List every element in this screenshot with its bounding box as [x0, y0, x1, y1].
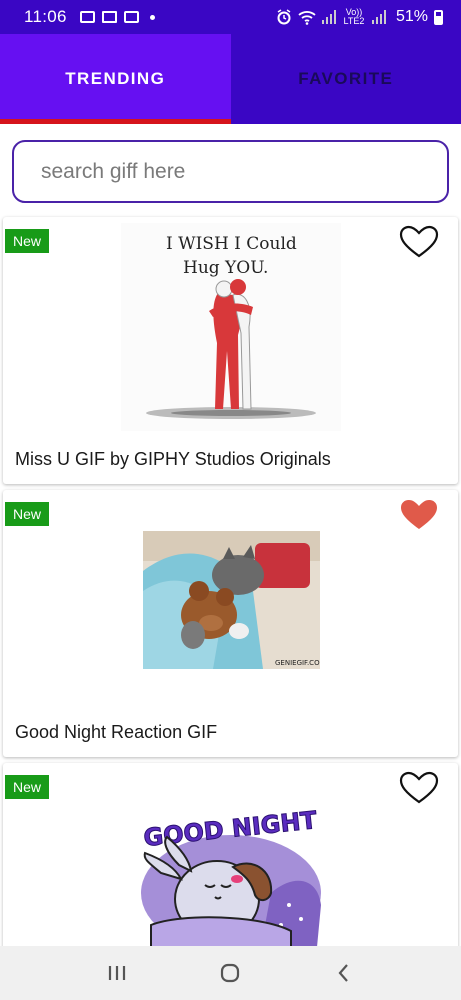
tab-trending[interactable]: TRENDING [0, 34, 231, 124]
gif-image-hug[interactable]: I WISH I Could Hug YOU. [121, 223, 341, 431]
tab-bar: TRENDING FAVORITE [0, 34, 461, 124]
new-badge: New [5, 775, 50, 799]
gallery-notification-icon [79, 11, 95, 23]
goodnight-illustration: GOOD NIGHT [121, 775, 341, 946]
tab-favorite-label: FAVORITE [298, 69, 394, 88]
home-icon [221, 963, 240, 983]
cat-teddy-illustration: GENIEGIF.COM [143, 531, 320, 669]
gif-title: Good Night Reaction GIF [15, 722, 218, 742]
search-input[interactable] [41, 159, 421, 184]
favorite-heart-outline-icon[interactable] [399, 771, 439, 805]
gif-watermark: GENIEGIF.COM [275, 659, 320, 667]
search-box [12, 140, 449, 203]
gif-image-goodnight[interactable]: GOOD NIGHT [121, 775, 341, 946]
gif-title: Miss U GIF by GIPHY Studios Originals [15, 449, 331, 469]
battery-percentage: 51% [395, 8, 428, 25]
gif-card[interactable]: New I WISH I Could Hug YOU. Miss U GIF b… [3, 217, 458, 484]
recents-button[interactable] [97, 953, 137, 993]
back-icon [338, 964, 348, 982]
favorite-heart-outline-icon[interactable] [399, 225, 439, 259]
system-nav-bar [0, 946, 461, 1000]
screen-notification-icon [123, 11, 139, 23]
gif-image-caption-line2: Hug YOU. [183, 258, 268, 278]
gif-card[interactable]: New GENIEGIF.COM Good Night Reaction GIF [3, 490, 458, 757]
laptop-notification-icon [101, 11, 117, 23]
home-button[interactable] [210, 953, 250, 993]
gif-card[interactable]: New GOOD NIGHT [3, 763, 458, 946]
gif-image-cat[interactable]: GENIEGIF.COM [143, 531, 320, 669]
gif-image-caption-line1: I WISH I Could [166, 234, 297, 254]
status-time: 11:06 [24, 7, 67, 26]
favorite-heart-filled-icon[interactable] [399, 498, 439, 532]
wifi-icon [298, 10, 316, 25]
back-button[interactable] [324, 953, 364, 993]
hug-illustration: I WISH I Could Hug YOU. [121, 223, 341, 431]
tab-favorite[interactable]: FAVORITE [231, 34, 461, 124]
tab-trending-label: TRENDING [65, 69, 166, 88]
signal-2-icon [371, 10, 386, 24]
signal-icon [321, 10, 336, 24]
recents-icon [108, 966, 125, 980]
network-type: Vo)) LTE2 [343, 7, 365, 26]
new-badge: New [5, 229, 50, 253]
more-notifications-icon [149, 14, 155, 20]
new-badge: New [5, 502, 50, 526]
gif-list[interactable]: New I WISH I Could Hug YOU. Miss U GIF b… [0, 124, 461, 946]
battery-icon [434, 9, 443, 25]
alarm-icon [277, 9, 291, 25]
status-bar: 11:06 Vo)) LTE2 51% [0, 0, 461, 34]
